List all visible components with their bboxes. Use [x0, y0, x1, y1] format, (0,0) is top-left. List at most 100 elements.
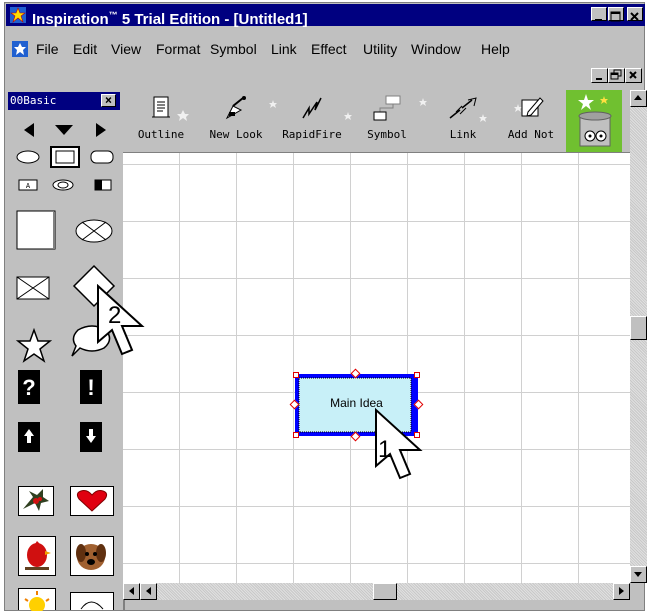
annotation-cursor-1: 1 — [372, 407, 432, 493]
minimize-icon — [596, 78, 602, 80]
maximize-icon — [610, 11, 621, 22]
heart-symbol[interactable] — [70, 486, 114, 516]
new-look-label: New Look — [209, 128, 263, 141]
arrow-up-icon — [24, 429, 34, 443]
annotation-cursor-2: 2 — [94, 283, 154, 369]
toolbar: Outline New Look RapidFire Symbol Link A… — [123, 90, 630, 153]
star-shape-icon[interactable] — [16, 328, 52, 364]
arrow-right-icon — [619, 587, 624, 595]
palette-title: 00Basic — [10, 94, 57, 107]
menu-effect[interactable]: Effect — [311, 38, 347, 60]
add-note-icon — [521, 97, 544, 117]
child-close-button[interactable] — [625, 68, 642, 83]
cardinal-symbol[interactable] — [18, 536, 56, 576]
menu-edit[interactable]: Edit — [73, 38, 97, 60]
minimize-icon — [595, 19, 602, 21]
scroll-right-button[interactable] — [613, 583, 630, 600]
cloud-shape-icon[interactable] — [52, 179, 74, 191]
crossed-oval-icon[interactable] — [74, 218, 114, 244]
bug-symbol[interactable] — [70, 592, 114, 610]
vertical-scrollbar[interactable] — [630, 90, 647, 583]
menu-bar: File Edit View Format Symbol Link Effect… — [6, 38, 645, 60]
rapidfire-button[interactable]: RapidFire — [277, 94, 347, 141]
menu-symbol[interactable]: Symbol — [210, 38, 257, 60]
child-minimize-button[interactable] — [591, 68, 608, 83]
half-filled-box-icon[interactable] — [94, 179, 112, 191]
scroll-left-small-button[interactable] — [140, 583, 157, 600]
close-icon — [630, 12, 639, 21]
holly-icon — [23, 489, 49, 511]
resize-handle-top-left[interactable] — [293, 372, 299, 378]
svg-text:?: ? — [22, 375, 35, 400]
menu-window[interactable]: Window — [411, 38, 461, 60]
scroll-up-button[interactable] — [630, 90, 647, 107]
mascot-button[interactable] — [566, 90, 622, 152]
labeled-box-icon[interactable]: A — [18, 179, 38, 191]
menu-file[interactable]: File — [36, 38, 59, 60]
sun-symbol[interactable] — [18, 588, 56, 613]
outline-icon — [152, 96, 170, 118]
cardinal-bird-icon — [25, 541, 51, 570]
mouse-pointer-icon — [97, 283, 145, 356]
step-number-2: 2 — [108, 302, 122, 329]
svg-text:!: ! — [87, 375, 94, 400]
menu-view[interactable]: View — [111, 38, 141, 60]
mascot-icon — [578, 94, 612, 147]
document-icon[interactable] — [12, 41, 28, 57]
palette-next-icon[interactable] — [94, 122, 108, 138]
horizontal-scroll-thumb[interactable] — [373, 583, 397, 600]
maximize-button[interactable] — [608, 7, 624, 22]
add-note-button[interactable]: Add Not — [501, 94, 561, 141]
large-rectangle-icon[interactable] — [16, 210, 56, 250]
diagram-canvas[interactable] — [123, 153, 630, 583]
scroll-left-button[interactable] — [123, 583, 140, 600]
rounded-rectangle-icon[interactable] — [90, 150, 114, 164]
up-arrow-symbol[interactable] — [18, 422, 40, 452]
scroll-down-button[interactable] — [630, 566, 647, 583]
exclamation-icon: ! — [87, 375, 94, 400]
crossed-rectangle-icon[interactable] — [16, 276, 50, 300]
menu-help[interactable]: Help — [481, 38, 510, 60]
link-icon — [449, 97, 477, 119]
menu-utility[interactable]: Utility — [363, 38, 397, 60]
link-button[interactable]: Link — [433, 94, 493, 141]
oval-shape-icon[interactable] — [16, 150, 40, 164]
holly-symbol[interactable] — [18, 486, 54, 516]
child-restore-button[interactable] — [608, 68, 625, 83]
step-number-1: 1 — [378, 436, 392, 463]
resize-handle-bottom-left[interactable] — [293, 432, 299, 438]
bug-icon — [80, 601, 104, 610]
rectangle-shape-icon[interactable] — [50, 146, 80, 168]
palette-close-button[interactable]: × — [101, 94, 116, 107]
arrow-left-icon — [129, 587, 134, 595]
exclamation-symbol[interactable]: ! — [80, 370, 102, 404]
horizontal-scrollbar[interactable] — [123, 583, 630, 600]
menu-format[interactable]: Format — [156, 38, 200, 60]
rapidfire-icon — [302, 97, 322, 119]
arrow-down-icon — [634, 572, 642, 577]
palette-menu-icon[interactable] — [54, 124, 74, 136]
app-icon — [10, 7, 26, 23]
resize-handle-top-right[interactable] — [414, 372, 420, 378]
close-button[interactable] — [627, 7, 643, 21]
dog-symbol[interactable] — [70, 536, 114, 576]
arrow-left-icon — [146, 587, 151, 595]
window-title: Inspiration™ 5 Trial Edition - [Untitled… — [32, 10, 308, 28]
down-arrow-symbol[interactable] — [80, 422, 102, 452]
symbol-label: Symbol — [367, 128, 407, 141]
symbol-button[interactable]: Symbol — [357, 94, 417, 141]
add-note-label: Add Not — [507, 128, 555, 141]
heart-icon — [76, 490, 108, 512]
outline-button[interactable]: Outline — [131, 94, 191, 141]
new-look-button[interactable]: New Look — [201, 94, 271, 141]
rapidfire-label: RapidFire — [282, 128, 342, 141]
vertical-scroll-thumb[interactable] — [630, 316, 647, 340]
minimize-button[interactable] — [591, 7, 607, 21]
question-symbol[interactable]: ? — [18, 370, 40, 404]
restore-icon — [610, 69, 622, 80]
sun-icon — [24, 591, 50, 613]
palette-prev-icon[interactable] — [22, 122, 36, 138]
arrow-up-icon — [634, 95, 642, 100]
menu-link[interactable]: Link — [271, 38, 297, 60]
link-label: Link — [449, 128, 477, 141]
